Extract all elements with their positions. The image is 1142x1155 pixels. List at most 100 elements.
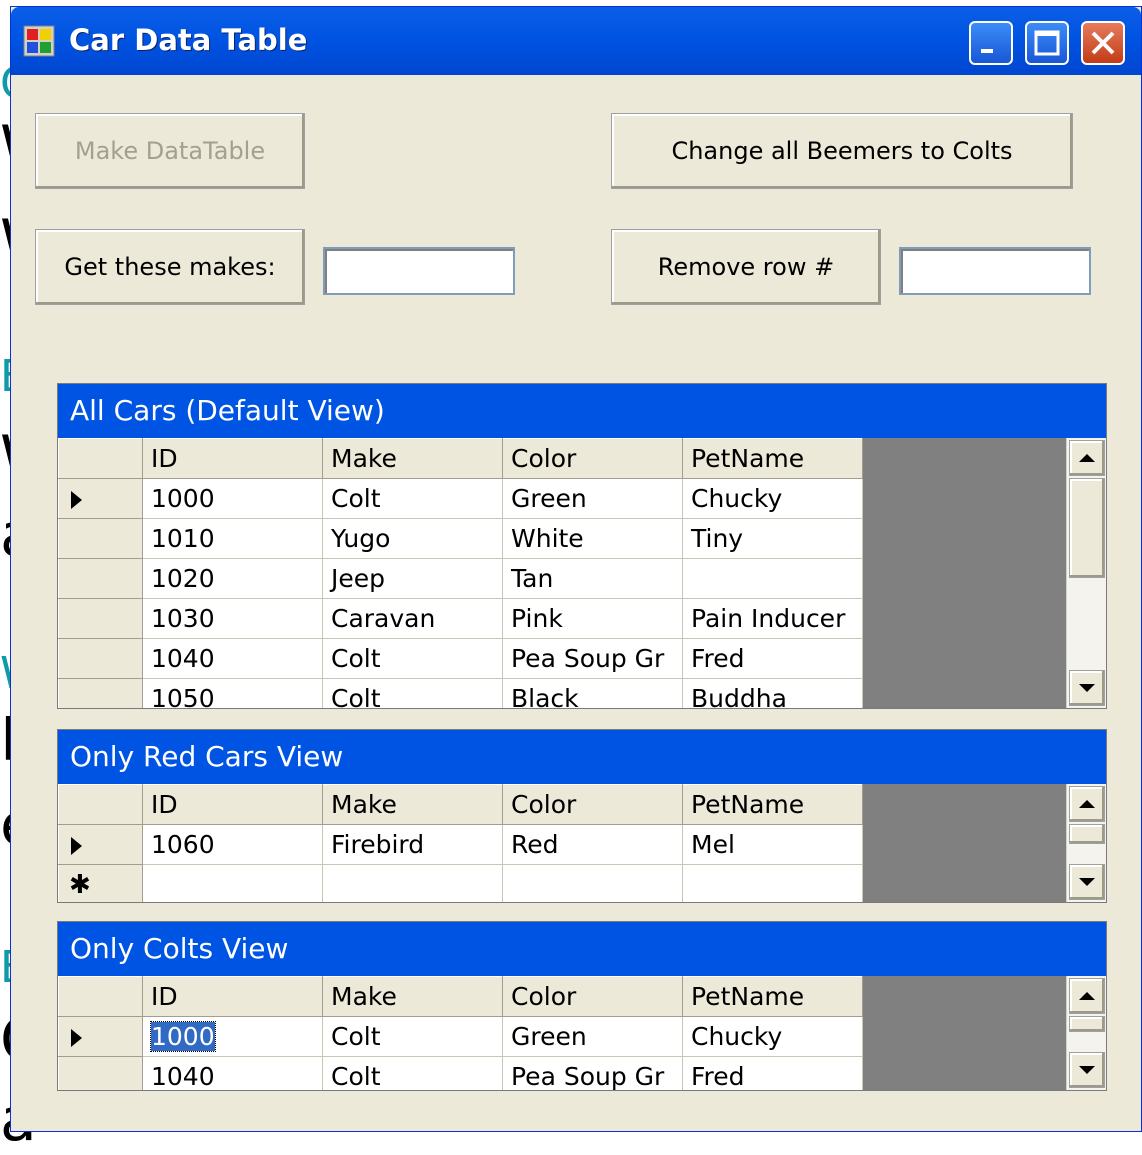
cell[interactable] — [142, 864, 323, 902]
table-row[interactable]: 1000 Colt Green Chucky — [58, 1016, 863, 1057]
cell[interactable] — [322, 864, 503, 902]
cell[interactable]: Yugo — [322, 518, 503, 559]
row-number-input[interactable] — [899, 247, 1091, 295]
red-cars-grid[interactable]: Only Red Cars View ID Make Color PetName… — [57, 729, 1107, 903]
row-header[interactable] — [58, 598, 143, 639]
column-header-color[interactable]: Color — [502, 976, 683, 1017]
cell[interactable]: Colt — [322, 1056, 503, 1090]
column-header-petname[interactable]: PetName — [682, 976, 863, 1017]
close-button[interactable] — [1081, 21, 1125, 65]
scroll-down-button[interactable] — [1069, 864, 1105, 900]
vertical-scrollbar[interactable] — [1066, 976, 1106, 1090]
cell[interactable]: Colt — [322, 638, 503, 679]
cell[interactable]: Chucky — [682, 478, 863, 519]
row-header[interactable] — [58, 478, 143, 519]
make-datatable-button[interactable]: Make DataTable — [35, 113, 305, 189]
column-header-color[interactable]: Color — [502, 438, 683, 479]
cell[interactable]: Firebird — [322, 824, 503, 865]
table-row[interactable]: 1040 Colt Pea Soup Gr Fred — [58, 638, 863, 679]
get-makes-button[interactable]: Get these makes: — [35, 229, 305, 305]
cell[interactable]: Red — [502, 824, 683, 865]
cell[interactable]: Pea Soup Gr — [502, 1056, 683, 1090]
cell[interactable]: 1040 — [142, 638, 323, 679]
row-header[interactable] — [58, 1016, 143, 1057]
window-title: Car Data Table — [69, 23, 308, 57]
scroll-down-button[interactable] — [1069, 670, 1105, 706]
cell[interactable]: 1000 — [142, 478, 323, 519]
row-header[interactable]: ✱ — [58, 864, 143, 902]
row-header[interactable] — [58, 824, 143, 865]
all-cars-grid[interactable]: All Cars (Default View) ID Make Color Pe… — [57, 383, 1107, 709]
cell[interactable]: 1050 — [142, 678, 323, 708]
cell[interactable]: Pea Soup Gr — [502, 638, 683, 679]
cell[interactable] — [502, 864, 683, 902]
new-row[interactable]: ✱ — [58, 864, 863, 902]
row-header-corner — [58, 976, 143, 1017]
cell[interactable]: Tiny — [682, 518, 863, 559]
cell[interactable]: 1040 — [142, 1056, 323, 1090]
change-beemers-button[interactable]: Change all Beemers to Colts — [611, 113, 1073, 189]
cell[interactable]: Green — [502, 478, 683, 519]
cell[interactable]: 1030 — [142, 598, 323, 639]
column-header-make[interactable]: Make — [322, 976, 503, 1017]
table-row[interactable]: 1020 Jeep Tan — [58, 558, 863, 599]
cell[interactable]: 1000 — [142, 1016, 323, 1057]
cell[interactable] — [682, 864, 863, 902]
scroll-down-button[interactable] — [1069, 1052, 1105, 1088]
column-header-id[interactable]: ID — [142, 438, 323, 479]
cell[interactable]: Tan — [502, 558, 683, 599]
cell[interactable]: Black — [502, 678, 683, 708]
table-row[interactable]: 1000 Colt Green Chucky — [58, 478, 863, 519]
cell[interactable]: Buddha — [682, 678, 863, 708]
row-header[interactable] — [58, 678, 143, 708]
row-header[interactable] — [58, 638, 143, 679]
vertical-scrollbar[interactable] — [1066, 438, 1106, 708]
scroll-up-button[interactable] — [1069, 440, 1105, 476]
column-header-color[interactable]: Color — [502, 784, 683, 825]
title-bar[interactable]: Car Data Table — [11, 7, 1141, 75]
cell[interactable]: Fred — [682, 1056, 863, 1090]
remove-row-button[interactable]: Remove row # — [611, 229, 881, 305]
cell[interactable]: White — [502, 518, 683, 559]
table-row[interactable]: 1050 Colt Black Buddha — [58, 678, 863, 708]
minimize-button[interactable] — [969, 21, 1013, 65]
scroll-up-button[interactable] — [1069, 786, 1105, 822]
cell[interactable]: Green — [502, 1016, 683, 1057]
row-header[interactable] — [58, 558, 143, 599]
column-header-petname[interactable]: PetName — [682, 438, 863, 479]
cell[interactable]: Fred — [682, 638, 863, 679]
cell[interactable]: Caravan — [322, 598, 503, 639]
cell[interactable]: Mel — [682, 824, 863, 865]
cell[interactable]: Colt — [322, 478, 503, 519]
scroll-thumb[interactable] — [1069, 478, 1105, 578]
table-row[interactable]: 1040 Colt Pea Soup Gr Fred — [58, 1056, 863, 1090]
column-header-id[interactable]: ID — [142, 976, 323, 1017]
scroll-up-button[interactable] — [1069, 978, 1105, 1014]
table-row[interactable]: 1060 Firebird Red Mel — [58, 824, 863, 865]
column-header-petname[interactable]: PetName — [682, 784, 863, 825]
selected-cell-text[interactable]: 1000 — [150, 1021, 216, 1052]
table-row[interactable]: 1010 Yugo White Tiny — [58, 518, 863, 559]
cell[interactable]: 1010 — [142, 518, 323, 559]
cell[interactable]: 1020 — [142, 558, 323, 599]
table-row[interactable]: 1030 Caravan Pink Pain Inducer — [58, 598, 863, 639]
cell[interactable]: Chucky — [682, 1016, 863, 1057]
scroll-thumb[interactable] — [1069, 1016, 1105, 1032]
vertical-scrollbar[interactable] — [1066, 784, 1106, 902]
row-header[interactable] — [58, 1056, 143, 1090]
row-header[interactable] — [58, 518, 143, 559]
cell[interactable]: Jeep — [322, 558, 503, 599]
column-header-make[interactable]: Make — [322, 784, 503, 825]
maximize-button[interactable] — [1025, 21, 1069, 65]
column-header-id[interactable]: ID — [142, 784, 323, 825]
cell[interactable] — [682, 558, 863, 599]
cell[interactable]: Colt — [322, 1016, 503, 1057]
cell[interactable]: Colt — [322, 678, 503, 708]
column-header-make[interactable]: Make — [322, 438, 503, 479]
makes-input[interactable] — [323, 247, 515, 295]
colts-grid[interactable]: Only Colts View ID Make Color PetName 10… — [57, 921, 1107, 1091]
cell[interactable]: Pain Inducer — [682, 598, 863, 639]
scroll-thumb[interactable] — [1069, 824, 1105, 844]
cell[interactable]: Pink — [502, 598, 683, 639]
cell[interactable]: 1060 — [142, 824, 323, 865]
